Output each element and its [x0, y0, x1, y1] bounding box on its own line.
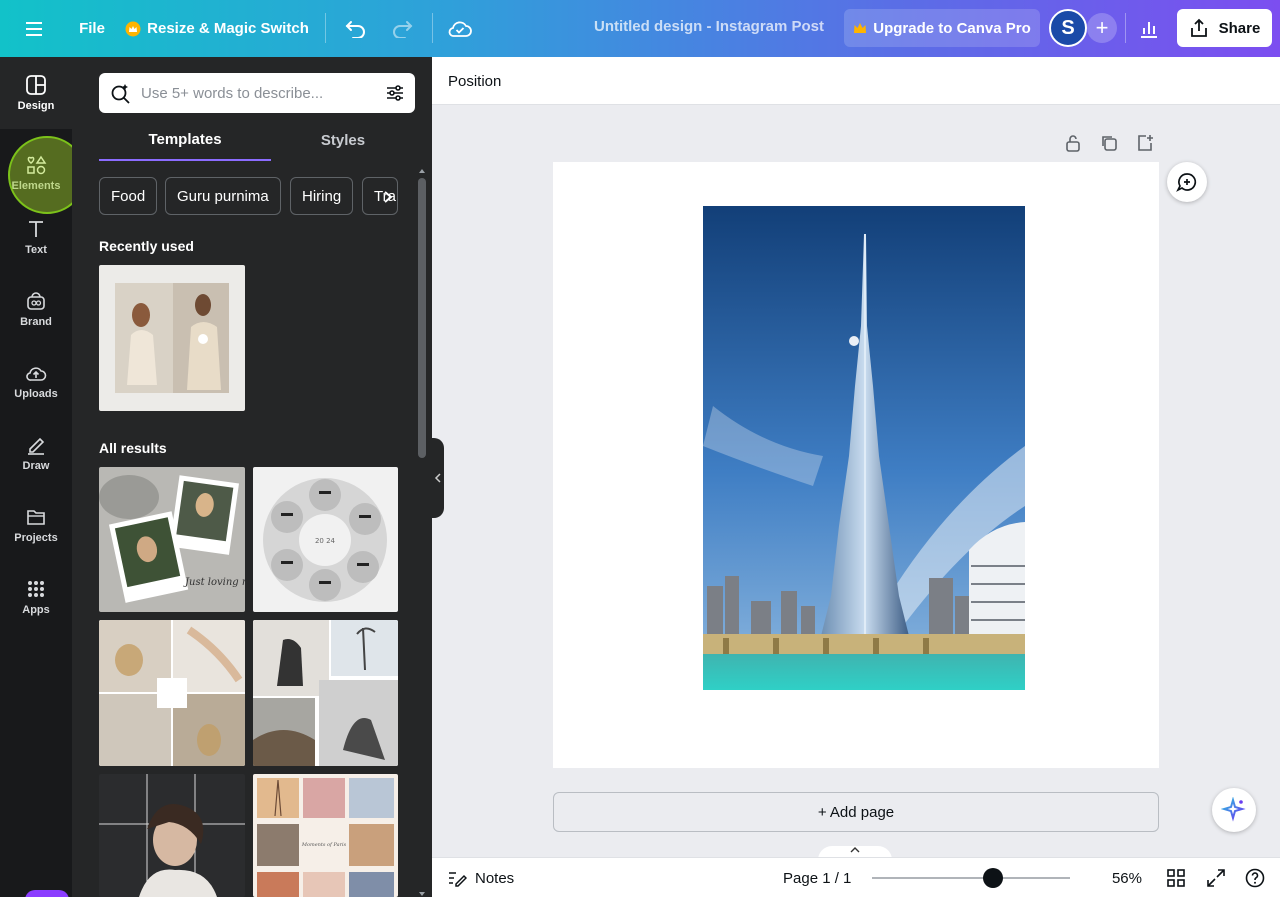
- collapse-panel-button[interactable]: [432, 438, 444, 518]
- chevron-left-icon: [434, 473, 441, 483]
- share-button[interactable]: Share: [1177, 9, 1272, 47]
- rail-label-text: Text: [25, 244, 47, 256]
- draw-pen-icon: [28, 437, 45, 455]
- rail-item-elements[interactable]: Elements: [0, 141, 72, 205]
- chip-guru-purnima[interactable]: Guru purnima: [165, 177, 281, 215]
- magic-media-button[interactable]: [25, 890, 69, 897]
- rail-item-brand[interactable]: Brand: [0, 277, 72, 341]
- rail-label-apps: Apps: [22, 604, 50, 616]
- template-thumbnail[interactable]: [99, 265, 245, 411]
- notes-label: Notes: [475, 869, 515, 887]
- magic-search-icon: [109, 82, 131, 104]
- rail-label-brand: Brand: [20, 316, 52, 328]
- duplicate-page-icon[interactable]: [1100, 134, 1118, 152]
- cloud-saved-icon[interactable]: [444, 10, 476, 48]
- add-comment-button[interactable]: [1167, 162, 1207, 202]
- bottom-bar: Notes Page 1 / 1 56%: [432, 857, 1280, 897]
- template-thumbnail[interactable]: Moments of Paris: [253, 774, 398, 897]
- circle-year: 20 24: [315, 537, 336, 545]
- sparkle-icon: [1221, 797, 1246, 822]
- memories-text: Moments of Paris: [301, 842, 347, 848]
- comment-plus-icon: [1176, 173, 1197, 192]
- rail-label-projects: Projects: [14, 532, 58, 544]
- rail-item-draw[interactable]: Draw: [0, 421, 72, 485]
- rail-label-design: Design: [17, 100, 55, 112]
- design-icon: [26, 75, 46, 95]
- rail-item-text[interactable]: Text: [0, 205, 72, 269]
- upload-cloud-icon: [26, 367, 47, 381]
- rail-label-uploads: Uploads: [14, 388, 58, 400]
- lock-icon[interactable]: [1064, 134, 1082, 152]
- all-results-heading: All results: [99, 440, 167, 456]
- chevron-right-icon[interactable]: [376, 187, 400, 207]
- document-title[interactable]: Untitled design - Instagram Post: [560, 18, 858, 35]
- template-thumbnail[interactable]: [253, 620, 398, 766]
- upgrade-button[interactable]: Upgrade to Canva Pro: [844, 9, 1040, 47]
- filter-sliders-icon[interactable]: [385, 83, 405, 103]
- panel-scrollbar[interactable]: [418, 178, 426, 458]
- scroll-down-arrow-icon[interactable]: [418, 885, 426, 896]
- rail-label-draw: Draw: [22, 460, 50, 472]
- burj-khalifa-image[interactable]: [703, 206, 1025, 690]
- rail-item-uploads[interactable]: Uploads: [0, 349, 72, 413]
- notes-pen-icon: [449, 872, 467, 887]
- template-thumbnail[interactable]: 20 24: [253, 467, 398, 612]
- file-menu-button[interactable]: File: [70, 10, 114, 48]
- text-icon: [29, 221, 43, 237]
- top-bar: File Resize & Magic Switch Untitled desi…: [0, 0, 1280, 57]
- page-indicator[interactable]: Page 1 / 1: [783, 870, 851, 887]
- recently-used-heading: Recently used: [99, 238, 194, 254]
- tab-styles[interactable]: Styles: [271, 119, 415, 161]
- divider: [1125, 13, 1126, 43]
- search-input[interactable]: [141, 84, 375, 102]
- crown-icon: [853, 22, 867, 34]
- redo-icon[interactable]: [386, 10, 418, 48]
- insights-chart-icon[interactable]: [1133, 10, 1165, 48]
- rail-item-apps[interactable]: Apps: [0, 565, 72, 629]
- fullscreen-icon[interactable]: [1206, 868, 1226, 888]
- template-thumbnail[interactable]: Just loving my boho life: [99, 467, 245, 612]
- left-rail: Design Elements Text Brand Uploads Draw …: [0, 57, 72, 897]
- elements-icon: [27, 155, 47, 175]
- menu-icon[interactable]: [20, 10, 52, 48]
- resize-magic-switch-button[interactable]: Resize & Magic Switch: [124, 10, 310, 48]
- zoom-slider-knob[interactable]: [983, 868, 1004, 888]
- rail-label-elements: Elements: [11, 180, 61, 192]
- invite-plus-icon[interactable]: +: [1087, 13, 1117, 43]
- resize-label: Resize & Magic Switch: [147, 20, 309, 37]
- zoom-slider-track[interactable]: [872, 877, 1070, 879]
- chip-food[interactable]: Food: [99, 177, 158, 215]
- grid-view-icon[interactable]: [1166, 868, 1186, 888]
- avatar[interactable]: S: [1049, 9, 1087, 47]
- template-thumbnail[interactable]: [99, 774, 245, 897]
- share-label: Share: [1218, 19, 1261, 37]
- divider: [432, 13, 433, 43]
- add-page-icon[interactable]: [1136, 134, 1154, 152]
- template-thumbnail[interactable]: [99, 620, 245, 766]
- add-page-button[interactable]: + Add page: [553, 792, 1159, 832]
- context-toolbar: Position: [432, 57, 1280, 105]
- crown-icon: [125, 21, 141, 37]
- zoom-percentage[interactable]: 56%: [1096, 870, 1142, 887]
- help-icon[interactable]: [1245, 868, 1265, 888]
- share-icon: [1189, 18, 1209, 38]
- rail-item-projects[interactable]: Projects: [0, 493, 72, 557]
- undo-icon[interactable]: [340, 10, 372, 48]
- scroll-up-arrow-icon[interactable]: [418, 162, 426, 173]
- tab-templates[interactable]: Templates: [99, 119, 271, 161]
- upgrade-label: Upgrade to Canva Pro: [873, 19, 1031, 37]
- apps-grid-icon: [28, 581, 44, 597]
- polaroid-caption: Just loving my boho life: [183, 577, 245, 588]
- notes-button[interactable]: Notes: [447, 868, 514, 888]
- brand-icon: [27, 292, 45, 310]
- folder-icon: [27, 510, 45, 525]
- chip-hiring[interactable]: Hiring: [290, 177, 354, 215]
- rail-item-design[interactable]: Design: [0, 57, 72, 129]
- divider: [325, 13, 326, 43]
- side-panel: Templates Styles Food Guru purnima Hirin…: [72, 57, 432, 897]
- magic-assistant-button[interactable]: [1212, 788, 1256, 832]
- position-button[interactable]: Position: [448, 73, 501, 90]
- template-search[interactable]: [99, 73, 415, 113]
